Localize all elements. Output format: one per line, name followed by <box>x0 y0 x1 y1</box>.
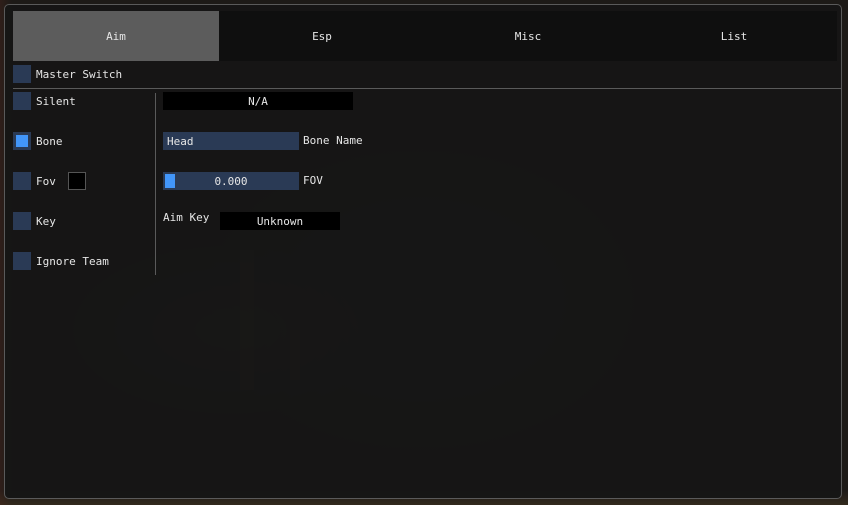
cheat-menu-window: Aim Esp Misc List Master Switch Silent B… <box>4 4 842 499</box>
master-switch-checkbox[interactable] <box>13 65 31 83</box>
bone-row: Bone <box>13 132 63 150</box>
fov-color-picker[interactable] <box>67 172 86 190</box>
key-label: Key <box>36 214 56 228</box>
master-switch-label: Master Switch <box>36 67 123 81</box>
bone-name-value: Head <box>167 134 194 148</box>
bone-checkbox[interactable] <box>13 132 31 150</box>
tab-label: Aim <box>106 29 126 43</box>
key-row: Key <box>13 212 56 230</box>
ignore-team-row: Ignore Team <box>13 252 109 270</box>
key-checkbox[interactable] <box>13 212 31 230</box>
fov-slider-label: FOV <box>303 174 323 187</box>
fov-slider-value: 0.000 <box>214 174 248 188</box>
bone-label: Bone <box>36 134 63 148</box>
tab-label: List <box>720 29 748 43</box>
tab-esp[interactable]: Esp <box>219 11 425 61</box>
fov-slider[interactable]: 0.000 <box>163 172 299 190</box>
tab-bar: Aim Esp Misc List <box>13 11 837 61</box>
fov-slider-grab[interactable] <box>165 174 175 188</box>
bone-name-input[interactable]: Head <box>163 132 299 150</box>
ignore-team-label: Ignore Team <box>36 254 109 268</box>
silent-checkbox[interactable] <box>13 92 31 110</box>
column-divider <box>155 93 156 275</box>
aim-key-value: Unknown <box>256 214 304 228</box>
fov-checkbox[interactable] <box>13 172 31 190</box>
tab-label: Esp <box>312 29 332 43</box>
silent-label: Silent <box>36 94 76 108</box>
aim-key-label: Aim Key <box>163 211 210 224</box>
tab-label: Misc <box>514 29 542 43</box>
ignore-team-checkbox[interactable] <box>13 252 31 270</box>
tab-list[interactable]: List <box>631 11 837 61</box>
fov-row: Fov <box>13 172 86 190</box>
silent-combo[interactable]: N/A <box>163 92 353 110</box>
master-switch-row: Master Switch <box>13 65 122 83</box>
silent-combo-value: N/A <box>248 94 268 108</box>
tab-aim[interactable]: Aim <box>13 11 219 61</box>
bone-name-label: Bone Name <box>303 134 363 147</box>
aim-key-button[interactable]: Unknown <box>220 212 340 230</box>
fov-label: Fov <box>36 174 56 188</box>
silent-row: Silent <box>13 92 76 110</box>
divider <box>13 88 841 89</box>
tab-misc[interactable]: Misc <box>425 11 631 61</box>
